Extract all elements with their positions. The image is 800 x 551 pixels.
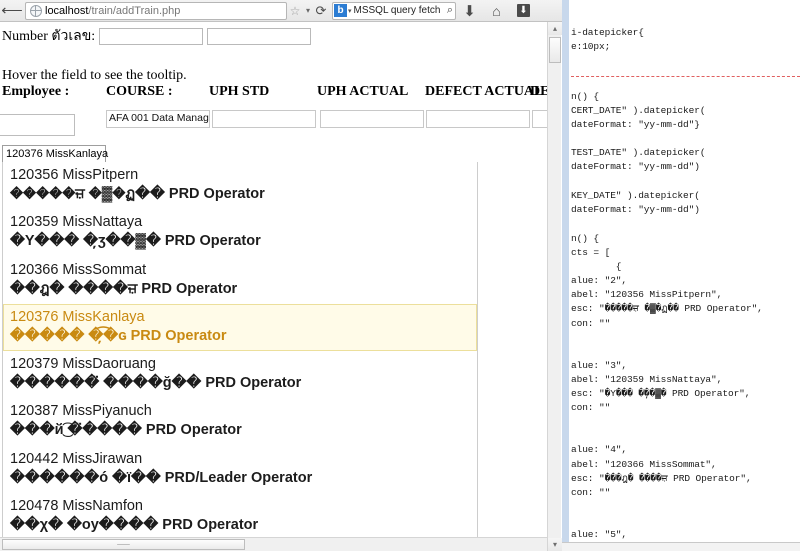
autocomplete-item-label: 120356 MissPitpern: [10, 167, 139, 183]
back-arrow-icon[interactable]: ⟵: [0, 1, 24, 21]
autocomplete-input-value: 120376 MissKanlaya: [6, 148, 109, 160]
reload-icon[interactable]: ⟳: [313, 1, 329, 21]
autocomplete-item-desc: ���й͜͡ �̈���� PRD Operator: [10, 422, 242, 439]
save-to-device-icon[interactable]: ⬇: [510, 1, 537, 21]
scroll-up-arrow-icon[interactable]: ▴: [548, 22, 562, 35]
url-text: localhost/train/addTrain.php: [45, 5, 180, 17]
column-header: Employee :: [2, 84, 70, 99]
autocomplete-item-label: 120442 MissJirawan: [10, 450, 143, 467]
autocomplete-item[interactable]: 120379 MissDaoruang ������̈ ����ğ�� PRD O…: [3, 351, 477, 398]
code-gutter: [562, 0, 569, 551]
grid-cell-input[interactable]: [532, 110, 547, 128]
bookmark-star-icon[interactable]: ☆: [287, 1, 303, 21]
autocomplete-item[interactable]: 120359 MissNattaya �Y��� �̦ʒ��▓� PRD Oper…: [3, 209, 477, 256]
save-to-device-glyph: ⬇: [517, 4, 530, 17]
autocomplete-item-desc: �����ਜ਼ �▓�ฏ�� PRD Operator: [10, 186, 265, 203]
search-input[interactable]: MSSQL query fetch: [354, 5, 447, 16]
search-box[interactable]: b ▾ MSSQL query fetch ⌕: [332, 1, 456, 20]
tooltip-hint-text: Hover the field to see the tooltip.: [2, 68, 187, 83]
autocomplete-item[interactable]: 120442 MissJirawan ������ó �ï�� PRD/Leade…: [3, 446, 477, 493]
url-host: localhost: [45, 4, 89, 17]
autocomplete-item[interactable]: 120366 MissSommat ��ฎ� ����ਜ਼ PRD Operator: [3, 257, 477, 304]
autocomplete-item[interactable]: 120356 MissPitpern �����ਜ਼ �▓�ฏ�� PRD Oper…: [3, 162, 477, 209]
autocomplete-item[interactable]: 120478 MissNamfon ��χ� �oy���� PRD Operat…: [3, 493, 477, 540]
autocomplete-item-desc: ��χ� �oy���� PRD Operator: [10, 516, 259, 533]
toolbar-filler: [540, 0, 562, 22]
autocomplete-item[interactable]: 120376 MissKanlaya ����� �̦͡�ɢ PRD Operat…: [3, 303, 477, 351]
column-header: UPH STD: [209, 84, 270, 99]
number-label: Number ตัวเลข:: [2, 29, 96, 44]
code-editor-pane[interactable]: i-datepicker{ e:10px; n() { CERT_DATE" )…: [562, 0, 800, 551]
grid-data-row: AFA 001 Data Manage: [0, 110, 547, 134]
download-icon[interactable]: ⬇: [456, 1, 483, 21]
autocomplete-item-label: 120366 MissSommat: [10, 261, 147, 278]
code-block-1: i-datepicker{ e:10px;: [571, 27, 644, 53]
code-block-3: n() { cts = [ { alue: "2", abel: "120356…: [571, 233, 763, 551]
employee-empty-cell[interactable]: [0, 114, 75, 136]
autocomplete-item-desc: ��ฎ� ����ਜ਼ PRD Operator: [10, 280, 238, 297]
grid-cell-input[interactable]: [212, 110, 316, 128]
code-divider-rule: [571, 76, 800, 77]
code-pane-bottom-strip: [562, 543, 800, 551]
page-vertical-scrollbar[interactable]: ▴ ▾: [547, 22, 562, 551]
autocomplete-item-label: 120359 MissNattaya: [10, 214, 143, 231]
code-block-2: n() { CERT_DATE" ).datepicker( dateForma…: [571, 91, 706, 215]
autocomplete-item-desc: ������ó �ï�� PRD/Leader Operator: [10, 469, 313, 486]
scroll-down-arrow-icon[interactable]: ▾: [548, 538, 562, 551]
page-content: Number ตัวเลข: Hover the field to see th…: [0, 22, 547, 551]
url-path: /train/addTrain.php: [88, 4, 181, 17]
column-header: DEI: [530, 84, 547, 99]
grid-header-row: Employee : COURSE : UPH STD UPH ACTUAL DEFEC…: [0, 84, 547, 110]
number-field-row: Number ตัวเลข:: [2, 25, 312, 47]
screen: ⟵ localhost/train/addTrain.php ☆ ▾ ⟳ b ▾…: [0, 0, 800, 551]
autocomplete-item-label: 120478 MissNamfon: [10, 497, 143, 514]
grid-cell-input[interactable]: [426, 110, 530, 128]
grid-cell-input[interactable]: AFA 001 Data Manage: [106, 110, 210, 128]
column-header: COURSE :: [106, 84, 173, 99]
search-engine-icon[interactable]: b: [334, 4, 347, 17]
horizontal-scroll-thumb[interactable]: ⸺: [2, 539, 245, 550]
autocomplete-item-desc: ������̈ ����ğ�� PRD Operator: [10, 375, 302, 392]
autocomplete-item-label: 120387 MissPiyanuch: [10, 403, 152, 420]
home-icon[interactable]: ⌂: [483, 1, 510, 21]
autocomplete-menu[interactable]: 120356 MissPitpern �����ਜ਼ �▓�ฏ�� PRD Oper…: [2, 162, 478, 551]
page-horizontal-scrollbar[interactable]: ⸺: [0, 537, 547, 551]
vertical-scroll-thumb[interactable]: [549, 37, 561, 63]
autocomplete-item-desc: ����� �̦͡�ɢ PRD Operator: [10, 327, 227, 344]
grid-cell-input[interactable]: [320, 110, 424, 128]
autocomplete-item-label: 120379 MissDaoruang: [10, 356, 156, 372]
bookmark-chevron-down-icon[interactable]: ▾: [303, 1, 313, 21]
search-icon[interactable]: ⌕: [447, 4, 453, 17]
globe-icon: [30, 4, 42, 17]
autocomplete-item-label: 120376 MissKanlaya: [10, 308, 145, 325]
column-header: UPH ACTUAL: [317, 84, 409, 99]
employee-autocomplete-input[interactable]: 120376 MissKanlaya: [2, 145, 109, 163]
column-header: DEFECT ACTUAL: [425, 84, 544, 99]
browser-toolbar: ⟵ localhost/train/addTrain.php ☆ ▾ ⟳ b ▾…: [0, 0, 586, 22]
autocomplete-item-desc: �Y��� �̦ʒ��▓� PRD Operator: [10, 233, 261, 250]
data-grid: Employee : COURSE : UPH STD UPH ACTUAL DEFEC…: [0, 84, 547, 134]
url-bar[interactable]: localhost/train/addTrain.php: [25, 1, 287, 20]
number-input-1[interactable]: [99, 27, 204, 45]
number-input-2[interactable]: [207, 27, 312, 45]
search-engine-chevron-down-icon[interactable]: ▾: [348, 7, 352, 15]
autocomplete-item[interactable]: 120387 MissPiyanuch ���й͜͡ �̈���� PRD Ope…: [3, 398, 477, 445]
